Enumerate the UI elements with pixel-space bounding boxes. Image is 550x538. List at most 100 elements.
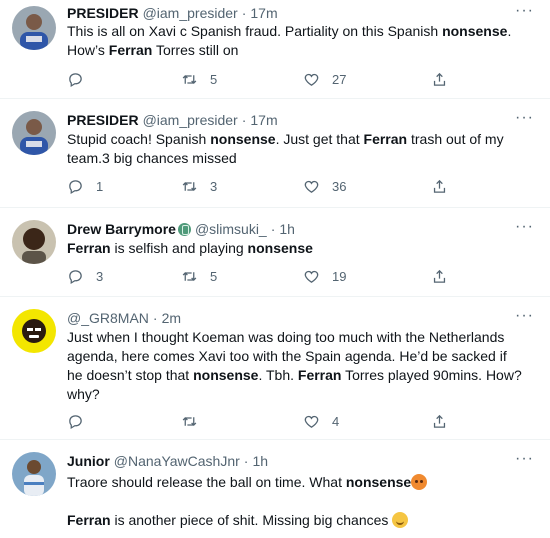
share-icon [433, 179, 446, 193]
more-icon[interactable]: ··· [515, 219, 534, 235]
timestamp[interactable]: 2m [162, 309, 181, 327]
like-count: 36 [332, 179, 347, 194]
reply-icon [69, 415, 82, 430]
tweet-feed: PRESIDER @iam_presider · 17m ··· This is… [0, 0, 550, 538]
user-handle[interactable]: @NanaYawCashJnr [114, 452, 240, 470]
keyword-highlight: nonsense [345, 474, 412, 490]
badge-icon [177, 222, 191, 236]
tweet-header: @_GR8MAN · 2m [67, 309, 510, 327]
share-icon [433, 72, 446, 86]
tweet-text-segment: Traore should release the ball on time. … [67, 474, 346, 490]
share-icon [433, 269, 446, 283]
reply-button[interactable] [67, 71, 96, 88]
like-button[interactable]: 36 [303, 178, 346, 195]
reply-button[interactable] [67, 413, 96, 430]
heart-icon [304, 180, 319, 193]
retweet-button[interactable]: 3 [181, 178, 217, 195]
avatar[interactable] [12, 111, 56, 155]
reply-button[interactable]: 1 [67, 178, 103, 195]
keyword-highlight: Ferran [67, 240, 111, 256]
user-handle[interactable]: @_GR8MAN [67, 309, 149, 327]
keyword-highlight: Ferran [108, 42, 153, 58]
more-icon[interactable]: ··· [515, 308, 534, 324]
display-name[interactable]: PRESIDER [67, 4, 139, 22]
timestamp[interactable]: 1h [252, 452, 268, 470]
tweet-header: Drew Barrymore @slimsuki_ · 1h [67, 220, 510, 238]
retweet-icon [182, 417, 197, 426]
heart-icon [304, 415, 319, 428]
tweet-actions: 3 5 19 [67, 268, 457, 286]
retweet-icon [182, 182, 197, 191]
share-button[interactable] [431, 413, 448, 430]
tweet-text-segment: is selfish and playing [110, 240, 248, 256]
retweet-count: 5 [210, 72, 218, 87]
tweet-text: Traore should release the ball on time. … [67, 473, 522, 530]
keyword-highlight: nonsense [210, 131, 276, 147]
tweet-text-segment: . Tbh. [258, 367, 298, 383]
tweet[interactable]: @_GR8MAN · 2m ··· Just when I thought Ko… [0, 297, 550, 440]
reply-button[interactable]: 3 [67, 268, 103, 285]
user-handle[interactable]: @slimsuki_ [195, 220, 267, 238]
tweet-text: Stupid coach! Spanish nonsense. Just get… [67, 130, 522, 168]
tweet-actions: 4 [67, 413, 457, 431]
share-icon [433, 414, 446, 428]
share-button[interactable] [431, 178, 448, 195]
separator-dot: · [241, 5, 247, 21]
tweet-header: PRESIDER @iam_presider · 17m [67, 111, 510, 129]
retweet-icon [182, 272, 197, 281]
keyword-highlight: Ferran [297, 367, 342, 383]
display-name[interactable]: Junior [67, 452, 110, 470]
like-count: 4 [332, 414, 340, 429]
reply-icon [69, 270, 82, 285]
avatar[interactable] [12, 6, 56, 50]
retweet-button[interactable]: 5 [181, 268, 217, 285]
reply-icon [69, 73, 82, 88]
keyword-highlight: nonsense [247, 240, 313, 256]
like-button[interactable]: 4 [303, 413, 339, 430]
heart-icon [304, 73, 319, 86]
tweet-paragraph: Just when I thought Koeman was doing too… [67, 328, 522, 404]
reply-icon [69, 180, 82, 195]
keyword-highlight: Ferran [67, 512, 111, 528]
reply-count: 1 [96, 179, 104, 194]
tweet-paragraph: Ferran is selfish and playing nonsense [67, 239, 522, 258]
retweet-button[interactable]: 5 [181, 71, 217, 88]
avatar[interactable] [12, 452, 56, 496]
tweet-text-segment: is another piece of shit. Missing big ch… [110, 512, 393, 528]
share-button[interactable] [431, 268, 448, 285]
like-button[interactable]: 19 [303, 268, 346, 285]
tweet[interactable]: Junior @NanaYawCashJnr · 1h ··· Traore s… [0, 440, 550, 538]
avatar[interactable] [12, 309, 56, 353]
timestamp[interactable]: 17m [250, 111, 277, 129]
timestamp[interactable]: 17m [250, 4, 277, 22]
user-handle[interactable]: @iam_presider [143, 111, 238, 129]
tweet[interactable]: PRESIDER @iam_presider · 17m ··· Stupid … [0, 99, 550, 208]
more-icon[interactable]: ··· [515, 3, 534, 19]
share-button[interactable] [431, 71, 448, 88]
like-button[interactable]: 27 [303, 71, 346, 88]
keyword-highlight: Ferran [363, 131, 408, 147]
user-handle[interactable]: @iam_presider [143, 4, 238, 22]
timestamp[interactable]: 1h [279, 220, 295, 238]
tweet-actions: 5 27 [67, 71, 457, 89]
avatar[interactable] [12, 220, 56, 264]
tweet-paragraph: Traore should release the ball on time. … [67, 473, 522, 492]
retweet-button[interactable] [181, 413, 210, 430]
like-count: 19 [332, 269, 347, 284]
tweet-paragraph: Ferran is another piece of shit. Missing… [67, 511, 522, 530]
display-name[interactable]: Drew Barrymore [67, 220, 176, 238]
tweet-actions: 1 3 36 [67, 178, 457, 196]
tweet[interactable]: PRESIDER @iam_presider · 17m ··· This is… [0, 0, 550, 99]
tweet-text-segment: Stupid coach! Spanish [67, 131, 211, 147]
tweet-text: Just when I thought Koeman was doing too… [67, 328, 522, 404]
more-icon[interactable]: ··· [515, 110, 534, 126]
tweet-paragraph: Stupid coach! Spanish nonsense. Just get… [67, 130, 522, 168]
tweet-text-segment: . Just get that [275, 131, 364, 147]
tweet[interactable]: Drew Barrymore @slimsuki_ · 1h ··· Ferra… [0, 208, 550, 297]
tweet-header: PRESIDER @iam_presider · 17m [67, 4, 510, 22]
retweet-count: 5 [210, 269, 218, 284]
display-name[interactable]: PRESIDER [67, 111, 139, 129]
more-icon[interactable]: ··· [515, 451, 534, 467]
keyword-highlight: nonsense [442, 23, 508, 39]
keyword-highlight: nonsense [193, 367, 259, 383]
